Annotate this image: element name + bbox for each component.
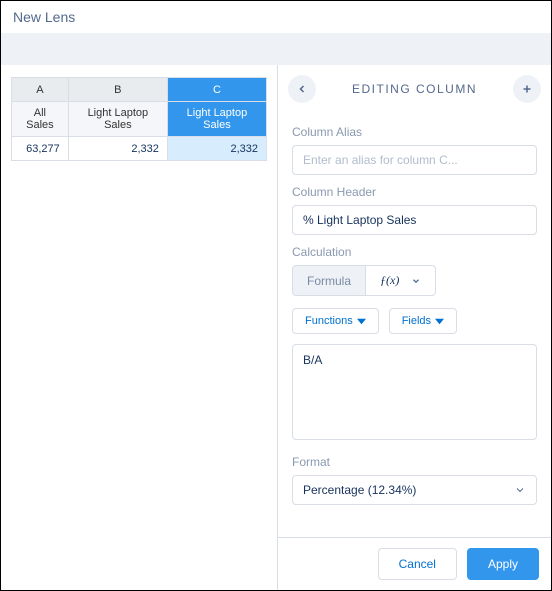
add-column-button[interactable] [513, 75, 541, 103]
header-label: Column Header [292, 185, 537, 199]
caret-down-icon [435, 317, 444, 326]
apply-button[interactable]: Apply [467, 548, 539, 580]
functions-label: Functions [305, 315, 353, 327]
calculation-type-segment: Formula ƒ(x) [292, 265, 537, 296]
left-panel: A B C All Sales Light Laptop Sales Light… [1, 65, 277, 590]
format-value: Percentage (12.34%) [303, 483, 416, 497]
chevron-down-icon [411, 276, 421, 286]
toolbar-strip [1, 33, 551, 65]
col-header-a[interactable]: All Sales [12, 102, 69, 137]
fx-tab-label: ƒ(x) [380, 273, 399, 288]
col-letter-c[interactable]: C [167, 78, 266, 102]
cell-b1[interactable]: 2,332 [68, 137, 167, 161]
header-input[interactable] [292, 205, 537, 235]
format-select[interactable]: Percentage (12.34%) [292, 475, 537, 505]
back-button[interactable] [288, 75, 316, 103]
cell-a1[interactable]: 63,277 [12, 137, 69, 161]
chevron-left-icon [296, 83, 308, 95]
formula-helpers-row: Functions Fields [292, 308, 537, 334]
caret-down-icon [357, 317, 366, 326]
panel-title: EDITING COLUMN [316, 82, 513, 96]
col-letter-a[interactable]: A [12, 78, 69, 102]
plus-icon [521, 83, 533, 95]
formula-tab[interactable]: Formula [292, 265, 366, 296]
cell-c1[interactable]: 2,332 [167, 137, 266, 161]
main-area: A B C All Sales Light Laptop Sales Light… [1, 65, 551, 590]
formula-tab-label: Formula [307, 274, 351, 288]
col-header-c[interactable]: Light Laptop Sales [167, 102, 266, 137]
alias-label: Column Alias [292, 125, 537, 139]
fields-label: Fields [402, 315, 431, 327]
column-editor-panel: EDITING COLUMN Column Alias Column Heade… [277, 65, 551, 590]
formula-textarea[interactable] [292, 344, 537, 440]
data-table: A B C All Sales Light Laptop Sales Light… [11, 77, 267, 161]
fields-dropdown[interactable]: Fields [389, 308, 457, 334]
chevron-down-icon [514, 484, 526, 496]
alias-input[interactable] [292, 145, 537, 175]
format-label: Format [292, 455, 537, 469]
col-letter-b[interactable]: B [68, 78, 167, 102]
panel-footer: Cancel Apply [278, 537, 551, 590]
functions-dropdown[interactable]: Functions [292, 308, 379, 334]
page-title: New Lens [13, 9, 75, 25]
fx-tab[interactable]: ƒ(x) [366, 265, 436, 296]
calculation-label: Calculation [292, 245, 537, 259]
panel-body: Column Alias Column Header Calculation F… [278, 109, 551, 537]
cancel-button[interactable]: Cancel [378, 548, 457, 580]
page-header: New Lens [1, 1, 551, 33]
panel-header-row: EDITING COLUMN [278, 65, 551, 109]
col-header-b[interactable]: Light Laptop Sales [68, 102, 167, 137]
